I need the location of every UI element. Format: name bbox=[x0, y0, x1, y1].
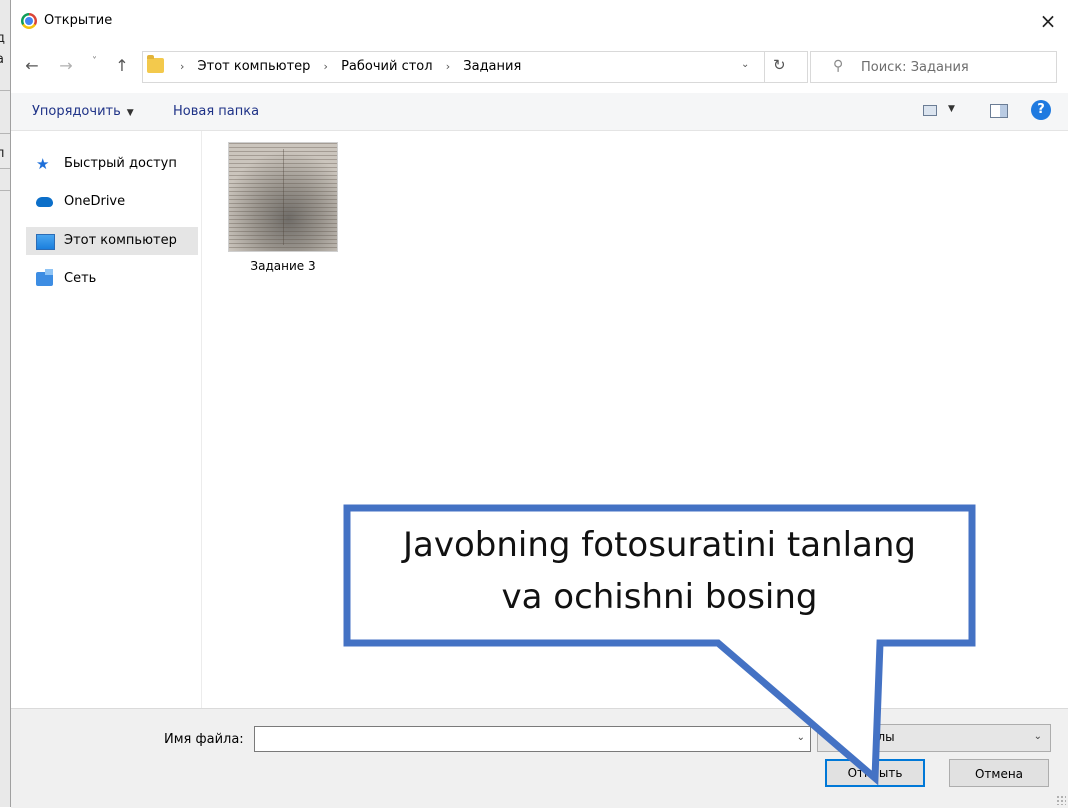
breadcrumb-desktop[interactable]: Рабочий стол bbox=[341, 59, 432, 74]
refresh-icon[interactable]: ↻ bbox=[773, 56, 786, 74]
background-divider bbox=[0, 133, 10, 134]
filename-field[interactable]: ⌄ bbox=[254, 726, 811, 752]
callout-text: Javobning fotosuratini tanlang va ochish… bbox=[347, 519, 972, 623]
organize-label: Упорядочить bbox=[32, 104, 121, 119]
sidebar-item-network[interactable]: Сеть bbox=[26, 265, 198, 293]
close-button[interactable]: × bbox=[1035, 8, 1061, 34]
address-bar[interactable]: › Этот компьютер › Рабочий стол › Задани… bbox=[142, 51, 808, 83]
sidebar-item-quick-access[interactable]: ★ Быстрый доступ bbox=[26, 150, 198, 178]
search-icon: ⚲ bbox=[833, 58, 844, 74]
view-mode-icon[interactable] bbox=[923, 105, 937, 116]
filetype-value: Все файлы bbox=[826, 730, 895, 744]
breadcrumb-this-pc[interactable]: Этот компьютер bbox=[198, 59, 311, 74]
organize-button[interactable]: Упорядочить ▼ bbox=[32, 104, 134, 119]
breadcrumb: › Этот компьютер › Рабочий стол › Задани… bbox=[171, 59, 521, 74]
sidebar-item-label: OneDrive bbox=[64, 194, 126, 209]
command-bar: Упорядочить ▼ Новая папка ▼ ? bbox=[11, 93, 1068, 131]
chevron-down-icon[interactable]: ▼ bbox=[948, 104, 955, 114]
background-divider bbox=[0, 190, 10, 191]
sidebar-item-onedrive[interactable]: OneDrive bbox=[26, 188, 198, 216]
cloud-icon bbox=[36, 197, 53, 207]
address-dropdown-icon[interactable]: ⌄ bbox=[741, 59, 749, 70]
breadcrumb-separator: › bbox=[180, 60, 185, 73]
filetype-select[interactable]: Все файлы ⌄ bbox=[817, 724, 1051, 752]
background-text: п bbox=[0, 146, 5, 161]
chevron-down-icon[interactable]: ⌄ bbox=[797, 732, 805, 743]
file-item[interactable] bbox=[228, 142, 338, 252]
open-file-dialog: Открытие × ← → ˅ ↑ › Этот компьютер › Ра… bbox=[10, 0, 1068, 808]
dialog-title: Открытие bbox=[44, 13, 113, 28]
help-icon[interactable]: ? bbox=[1031, 100, 1051, 120]
callout-line-1: Javobning fotosuratini tanlang bbox=[403, 525, 916, 565]
star-icon: ★ bbox=[36, 155, 50, 173]
breadcrumb-separator: › bbox=[445, 60, 451, 73]
search-box[interactable]: ⚲ Поиск: Задания bbox=[810, 51, 1057, 83]
file-name-label[interactable]: Задание 3 bbox=[228, 259, 338, 273]
up-button[interactable]: ↑ bbox=[112, 56, 132, 75]
folder-icon bbox=[147, 55, 164, 73]
dialog-footer: Имя файла: ⌄ Все файлы ⌄ Открыть Отмена bbox=[11, 708, 1068, 808]
filename-label: Имя файла: bbox=[164, 732, 244, 747]
image-thumbnail-icon bbox=[228, 142, 338, 252]
new-folder-button[interactable]: Новая папка bbox=[173, 104, 259, 119]
cancel-button[interactable]: Отмена bbox=[949, 759, 1049, 787]
breadcrumb-tasks[interactable]: Задания bbox=[463, 59, 521, 74]
computer-icon bbox=[36, 234, 55, 250]
navigation-pane: ★ Быстрый доступ OneDrive Этот компьютер… bbox=[11, 131, 202, 708]
background-text: д bbox=[0, 31, 5, 46]
chevron-down-icon: ⌄ bbox=[1033, 731, 1042, 742]
background-text: а bbox=[0, 52, 4, 67]
chrome-icon bbox=[21, 13, 37, 29]
address-divider bbox=[764, 52, 765, 82]
network-icon bbox=[36, 269, 53, 286]
resize-grip-icon[interactable] bbox=[1056, 795, 1066, 805]
back-button[interactable]: ← bbox=[22, 56, 42, 75]
chevron-down-icon: ▼ bbox=[126, 108, 134, 118]
callout-line-2: va ochishni bosing bbox=[501, 577, 818, 617]
search-input[interactable]: Поиск: Задания bbox=[861, 60, 969, 75]
background-divider bbox=[0, 90, 10, 91]
forward-button[interactable]: → bbox=[56, 56, 76, 75]
sidebar-item-label: Этот компьютер bbox=[64, 233, 177, 248]
open-button[interactable]: Открыть bbox=[825, 759, 925, 787]
background-divider bbox=[0, 168, 10, 169]
title-bar: Открытие × bbox=[11, 0, 1068, 44]
sidebar-item-label: Быстрый доступ bbox=[64, 156, 177, 171]
breadcrumb-separator: › bbox=[323, 60, 328, 73]
sidebar-item-this-pc[interactable]: Этот компьютер bbox=[26, 227, 198, 255]
preview-pane-icon[interactable] bbox=[990, 104, 1008, 118]
sidebar-item-label: Сеть bbox=[64, 271, 97, 286]
recent-locations-button[interactable]: ˅ bbox=[92, 56, 97, 67]
